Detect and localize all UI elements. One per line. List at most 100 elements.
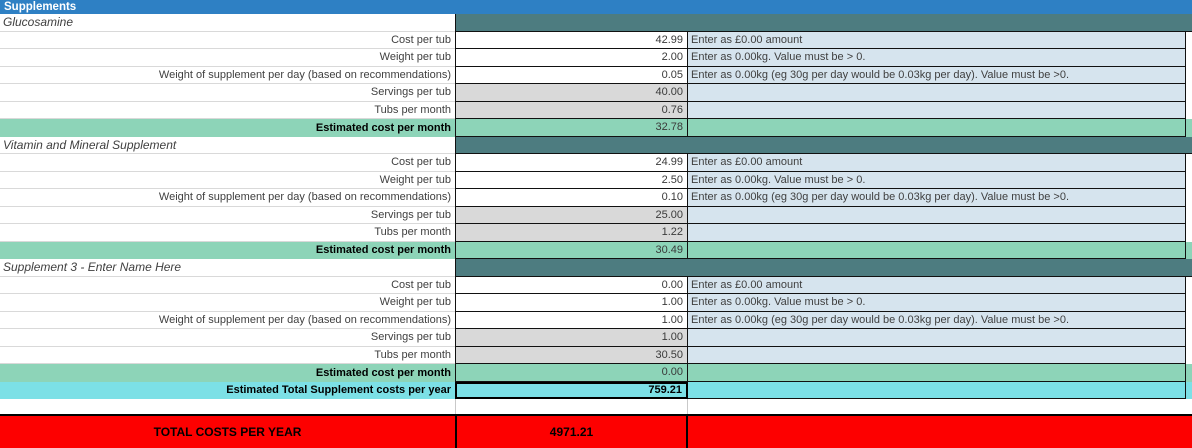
section-title-supplement3[interactable]: Supplement 3 - Enter Name Here (0, 259, 455, 277)
row-label: Weight per tub (0, 294, 455, 312)
row-label: Weight of supplement per day (based on r… (0, 311, 455, 329)
estimated-label: Estimated cost per month (0, 364, 455, 382)
s3-cost-per-tub-row: Cost per tub 0.00 Enter as £0.00 amount (0, 276, 1192, 294)
estimated-label: Estimated cost per month (0, 241, 455, 259)
s2-cost-per-tub-row: Cost per tub 24.99 Enter as £0.00 amount (0, 154, 1192, 172)
spacer-row (0, 399, 1192, 414)
row-label: Weight of supplement per day (based on r… (0, 189, 455, 207)
estimated-label: Estimated cost per month (0, 119, 455, 137)
row-label: Servings per tub (0, 329, 455, 347)
supplement-year-total-row: Estimated Total Supplement costs per yea… (0, 381, 1192, 399)
s3-weight-per-day-row: Weight of supplement per day (based on r… (0, 311, 1192, 329)
s1-weight-per-tub-row: Weight per tub 2.00 Enter as 0.00kg. Val… (0, 49, 1192, 67)
row-label: Cost per tub (0, 276, 455, 294)
section-header-fill (455, 259, 1192, 277)
row-label: Tubs per month (0, 224, 455, 242)
s2-tubs-per-month-cell: 1.22 (455, 224, 688, 242)
row-label: Tubs per month (0, 101, 455, 119)
s3-tubs-per-month-cell: 30.50 (455, 346, 688, 364)
s3-servings-row: Servings per tub 1.00 (0, 329, 1192, 347)
s2-servings-per-tub-cell: 25.00 (455, 206, 688, 224)
s3-weight-per-tub-row: Weight per tub 1.00 Enter as 0.00kg. Val… (0, 294, 1192, 312)
s1-weight-per-tub-cell[interactable]: 2.00 (455, 49, 688, 67)
row-label: Tubs per month (0, 346, 455, 364)
empty-cell (688, 241, 1186, 259)
empty-hint-cell (688, 224, 1186, 242)
s1-cost-per-tub-row: Cost per tub 42.99 Enter as £0.00 amount (0, 31, 1192, 49)
section-header-fill (455, 136, 1192, 154)
weight-per-day-hint: Enter as 0.00kg (eg 30g per day would be… (688, 66, 1186, 84)
sheet-header-row: Supplements (0, 0, 1192, 14)
s3-tubs-row: Tubs per month 30.50 (0, 346, 1192, 364)
s1-estimated-row: Estimated cost per month 32.78 (0, 119, 1192, 137)
s3-weight-per-tub-cell[interactable]: 1.00 (455, 294, 688, 312)
sheet-edge (1186, 364, 1192, 382)
s3-weight-per-day-cell[interactable]: 1.00 (455, 311, 688, 329)
sheet-edge (1186, 329, 1192, 347)
s3-estimated-row: Estimated cost per month 0.00 (0, 364, 1192, 382)
sheet-edge (1186, 189, 1192, 207)
empty-hint-cell (688, 329, 1186, 347)
supplement-year-total-cell: 759.21 (455, 381, 688, 399)
s1-servings-row: Servings per tub 40.00 (0, 84, 1192, 102)
s2-cost-per-tub-cell[interactable]: 24.99 (455, 154, 688, 172)
empty-hint-cell (688, 84, 1186, 102)
sheet-edge (1186, 241, 1192, 259)
blank-cell (455, 399, 688, 414)
sheet-edge (1186, 311, 1192, 329)
weight-hint: Enter as 0.00kg. Value must be > 0. (688, 294, 1186, 312)
section-row-vitamin: Vitamin and Mineral Supplement (0, 136, 1192, 154)
s2-estimated-row: Estimated cost per month 30.49 (0, 241, 1192, 259)
s2-tubs-row: Tubs per month 1.22 (0, 224, 1192, 242)
s2-weight-per-tub-row: Weight per tub 2.50 Enter as 0.00kg. Val… (0, 171, 1192, 189)
sheet-edge (1186, 66, 1192, 84)
blank-cell (0, 399, 455, 414)
sheet-edge (1186, 206, 1192, 224)
sheet-edge (1186, 49, 1192, 67)
grand-total-row: TOTAL COSTS PER YEAR 4971.21 (0, 414, 1192, 448)
s3-estimated-cost-cell: 0.00 (455, 364, 688, 382)
s2-estimated-cost-cell: 30.49 (455, 241, 688, 259)
s1-weight-per-day-row: Weight of supplement per day (based on r… (0, 66, 1192, 84)
row-label: Servings per tub (0, 84, 455, 102)
section-row-glucosamine: Glucosamine (0, 14, 1192, 32)
s1-weight-per-day-cell[interactable]: 0.05 (455, 66, 688, 84)
s3-servings-per-tub-cell: 1.00 (455, 329, 688, 347)
sheet-edge (1186, 84, 1192, 102)
empty-hint-cell (688, 206, 1186, 224)
row-label: Weight per tub (0, 49, 455, 67)
empty-hint-cell (688, 101, 1186, 119)
sheet-edge (1186, 224, 1192, 242)
s2-servings-row: Servings per tub 25.00 (0, 206, 1192, 224)
weight-per-day-hint: Enter as 0.00kg (eg 30g per day would be… (688, 189, 1186, 207)
sheet-edge (1186, 346, 1192, 364)
s2-weight-per-tub-cell[interactable]: 2.50 (455, 171, 688, 189)
sheet-title: Supplements (4, 1, 77, 13)
cost-hint: Enter as £0.00 amount (688, 276, 1186, 294)
section-title-vitamin[interactable]: Vitamin and Mineral Supplement (0, 136, 455, 154)
weight-hint: Enter as 0.00kg. Value must be > 0. (688, 171, 1186, 189)
s1-tubs-row: Tubs per month 0.76 (0, 101, 1192, 119)
blank-cell (688, 399, 1186, 414)
s1-tubs-per-month-cell: 0.76 (455, 101, 688, 119)
section-title-glucosamine[interactable]: Glucosamine (0, 14, 455, 32)
weight-hint: Enter as 0.00kg. Value must be > 0. (688, 49, 1186, 67)
empty-cell (688, 119, 1186, 137)
sheet-edge (1186, 399, 1192, 414)
empty-cell (688, 364, 1186, 382)
supplements-spreadsheet: Supplements Glucosamine Cost per tub 42.… (0, 0, 1192, 448)
s3-cost-per-tub-cell[interactable]: 0.00 (455, 276, 688, 294)
row-label: Servings per tub (0, 206, 455, 224)
sheet-edge (1186, 294, 1192, 312)
row-label: Weight of supplement per day (based on r… (0, 66, 455, 84)
sheet-edge (1186, 119, 1192, 137)
sheet-edge (1186, 154, 1192, 172)
grand-total-cell: 4971.21 (455, 416, 688, 448)
s1-cost-per-tub-cell[interactable]: 42.99 (455, 31, 688, 49)
section-row-supplement3: Supplement 3 - Enter Name Here (0, 259, 1192, 277)
section-header-fill (455, 14, 1192, 32)
sheet-edge (1186, 31, 1192, 49)
s1-estimated-cost-cell: 32.78 (455, 119, 688, 137)
s2-weight-per-day-cell[interactable]: 0.10 (455, 189, 688, 207)
s2-weight-per-day-row: Weight of supplement per day (based on r… (0, 189, 1192, 207)
